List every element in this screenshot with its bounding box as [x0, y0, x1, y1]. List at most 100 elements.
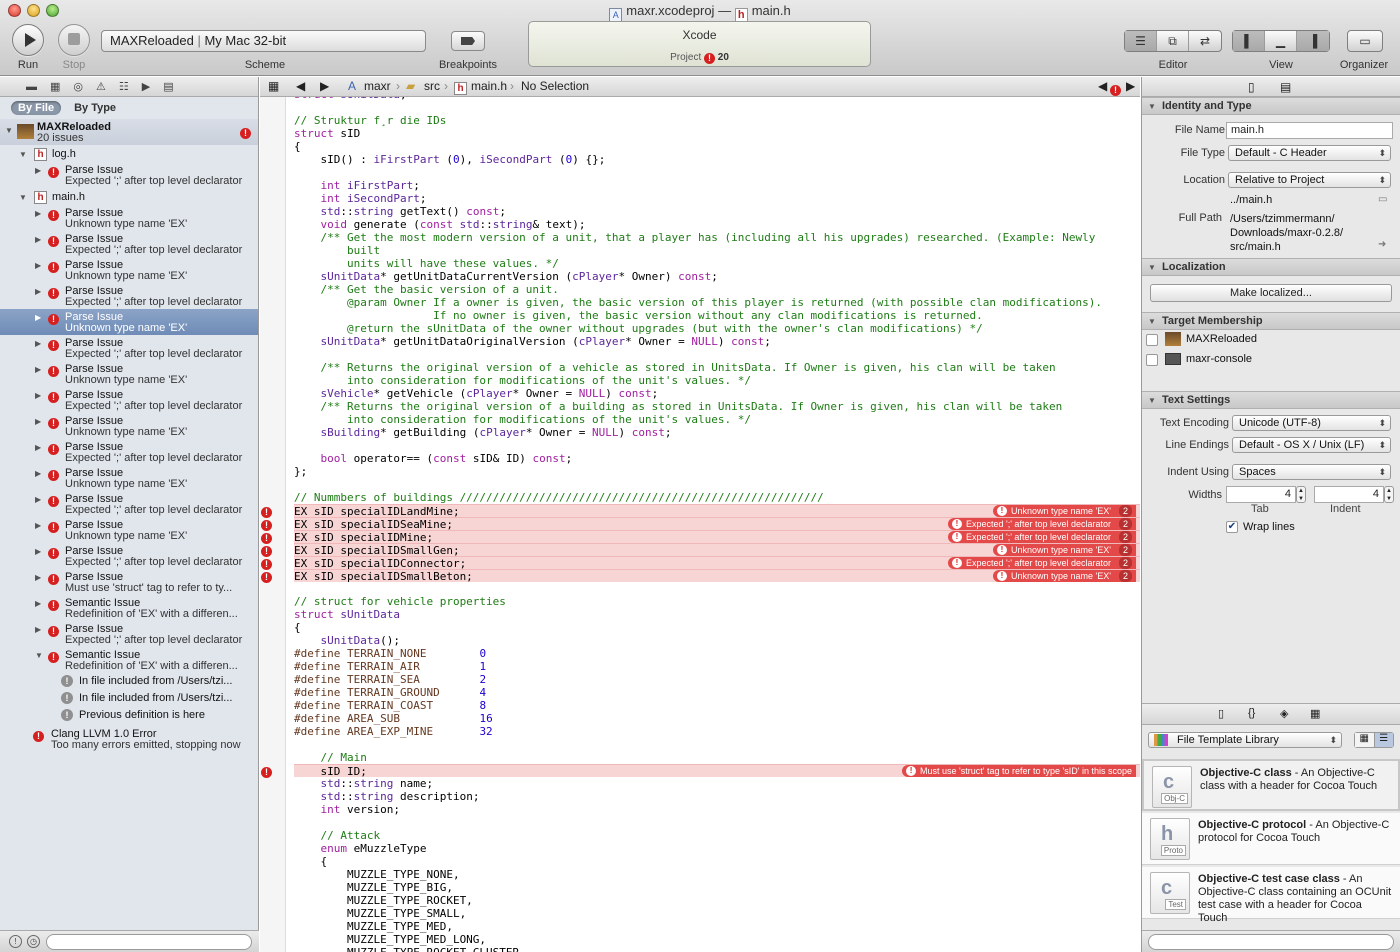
issue-row[interactable]: ▼! Semantic Issue Redefinition of 'EX' wit…	[0, 647, 258, 673]
debug-navigator-icon[interactable]: ☷	[119, 80, 129, 93]
code-line[interactable]: MUZZLE_TYPE_ROCKET,	[294, 894, 1140, 907]
code-line[interactable]: @return the sUnitData of the owner witho…	[294, 322, 1140, 335]
inline-error-message[interactable]: ! Expected ';' after top level declarator…	[947, 518, 1136, 530]
code-line[interactable]: MUZZLE_TYPE_MED,	[294, 920, 1140, 933]
template-item[interactable]: h Proto Objective-C protocol - An Objectiv…	[1142, 813, 1400, 865]
code-line[interactable]: {	[294, 140, 1140, 153]
issue-note-row[interactable]: ! In file included from /Users/tzi...	[0, 673, 258, 690]
disclosure-triangle-icon[interactable]: ▶	[35, 235, 41, 244]
search-navigator-icon[interactable]: ◎	[73, 80, 83, 93]
tab-width-field[interactable]: 4	[1226, 486, 1296, 503]
code-line[interactable]	[294, 166, 1140, 179]
code-line[interactable]: MUZZLE_TYPE_NONE,	[294, 868, 1140, 881]
code-line[interactable]: bool operator== (const sID& ID) const;	[294, 452, 1140, 465]
issue-row[interactable]: ▶! Parse Issue Unknown type name 'EX'	[0, 361, 258, 387]
disclosure-triangle-icon[interactable]: ▶	[35, 209, 41, 218]
issue-row[interactable]: ▶! Parse Issue Expected ';' after top leve…	[0, 335, 258, 361]
issue-navigator-icon[interactable]: ⚠	[96, 80, 106, 93]
back-arrow-icon[interactable]: ◀	[296, 79, 305, 93]
disclosure-triangle-icon[interactable]: ▼	[19, 150, 27, 159]
inline-error-message[interactable]: ! Unknown type name 'EX' 2	[992, 505, 1136, 517]
code-line[interactable]: sBuilding* getBuilding (cPlayer* Owner =…	[294, 426, 1140, 439]
jumpbar-folder[interactable]: src	[424, 79, 440, 93]
file-template-library-icon[interactable]: ▯	[1218, 707, 1224, 720]
issue-row[interactable]: ▶! Parse Issue Expected ';' after top leve…	[0, 387, 258, 413]
disclosure-triangle-icon[interactable]: ▶	[35, 547, 41, 556]
code-line[interactable]: std::string description;	[294, 790, 1140, 803]
code-line[interactable]: // Main	[294, 751, 1140, 764]
issue-row[interactable]: ▶! Parse Issue Must use 'struct' tag to re…	[0, 569, 258, 595]
code-line[interactable]: /** Get the basic version of a unit.	[294, 283, 1140, 296]
code-line[interactable]: // Struktur f¸r die IDs	[294, 114, 1140, 127]
gutter-error-icon[interactable]: !	[261, 557, 273, 570]
indent-width-field[interactable]: 4	[1314, 486, 1384, 503]
file-name-field[interactable]: main.h	[1226, 122, 1393, 139]
code-line[interactable]: sID() : iFirstPart (0), iSecondPart (0) …	[294, 153, 1140, 166]
gutter-error-icon[interactable]: !	[261, 570, 273, 583]
previous-issue-icon[interactable]: ◀	[1098, 79, 1107, 93]
indent-using-popup[interactable]: Spaces	[1232, 464, 1391, 480]
navigator-filter-field[interactable]	[46, 934, 252, 950]
scheme-popup[interactable]: MAXReloaded | My Mac 32-bit	[101, 30, 426, 52]
issue-row[interactable]: ▶! Semantic Issue Redefinition of 'EX' wit…	[0, 595, 258, 621]
inline-error-message[interactable]: ! Unknown type name 'EX' 2	[992, 544, 1136, 556]
issue-row[interactable]: ▶! Parse Issue Unknown type name 'EX'	[0, 465, 258, 491]
code-line[interactable]: #define TERRAIN_GROUND 4	[294, 686, 1140, 699]
inline-error-message[interactable]: ! Must use 'struct' tag to refer to type …	[902, 765, 1136, 777]
disclosure-triangle-icon[interactable]: ▶	[35, 625, 41, 634]
breakpoints-button[interactable]	[451, 31, 485, 51]
next-issue-icon[interactable]: ▶	[1126, 79, 1135, 93]
utilities-toggle-icon[interactable]: ▐	[1297, 31, 1329, 51]
gutter-error-icon[interactable]: !	[261, 518, 273, 531]
file-type-popup[interactable]: Default - C Header	[1228, 145, 1391, 161]
target-membership-section-header[interactable]: Target Membership	[1142, 312, 1400, 330]
code-line[interactable]: std::string getText() const;	[294, 205, 1140, 218]
disclosure-triangle-icon[interactable]: ▶	[35, 365, 41, 374]
code-line[interactable]: sUnitData* getUnitDataOriginalVersion (c…	[294, 335, 1140, 348]
code-line[interactable]: sUnitData();	[294, 634, 1140, 647]
forward-arrow-icon[interactable]: ▶	[320, 79, 329, 93]
code-line[interactable]: sUnitData* getUnitDataCurrentVersion (cP…	[294, 270, 1140, 283]
code-line[interactable]: int iFirstPart;	[294, 179, 1140, 192]
jumpbar-project[interactable]: maxr	[364, 79, 391, 93]
tab-width-stepper[interactable]: ▲ ▼	[1296, 486, 1306, 503]
issue-row[interactable]: ▶! Parse Issue Expected ';' after top leve…	[0, 439, 258, 465]
issue-row[interactable]: ▶! Parse Issue Expected ';' after top leve…	[0, 231, 258, 257]
target-checkbox-console[interactable]	[1146, 354, 1158, 366]
issue-row[interactable]: ▶! Parse Issue Expected ';' after top leve…	[0, 162, 258, 188]
issue-file-row[interactable]: ▼ h main.h	[0, 190, 258, 206]
localization-section-header[interactable]: Localization	[1142, 258, 1400, 276]
quick-help-icon[interactable]: ▤	[1280, 80, 1291, 94]
assistant-editor-icon[interactable]: ⧉	[1157, 31, 1189, 51]
code-line[interactable]: // struct for vehicle properties	[294, 595, 1140, 608]
indent-width-stepper[interactable]: ▲ ▼	[1384, 486, 1394, 503]
reveal-in-finder-icon[interactable]: ➜	[1378, 239, 1386, 250]
code-line[interactable]: /** Get the most modern version of a uni…	[294, 231, 1140, 244]
code-line[interactable]: built	[294, 244, 1140, 257]
disclosure-triangle-icon[interactable]: ▶	[35, 313, 41, 322]
source-editor[interactable]: !!!!!!! struct sUnitData;// Struktur f¸r…	[260, 97, 1140, 952]
disclosure-triangle-icon[interactable]: ▶	[35, 261, 41, 270]
code-line[interactable]: sVehicle* getVehicle (cPlayer* Owner = N…	[294, 387, 1140, 400]
disclosure-triangle-icon[interactable]: ▶	[35, 573, 41, 582]
code-line[interactable]: int iSecondPart;	[294, 192, 1140, 205]
list-view-icon[interactable]: ☰	[1374, 733, 1393, 747]
issue-row[interactable]: ▶! Parse Issue Expected ';' after top leve…	[0, 543, 258, 569]
issue-note-row[interactable]: ! Previous definition is here	[0, 707, 258, 724]
file-inspector-icon[interactable]: ▯	[1248, 80, 1255, 94]
code-line[interactable]: struct sID	[294, 127, 1140, 140]
disclosure-triangle-icon[interactable]: ▼	[5, 126, 13, 135]
code-line[interactable]: MUZZLE_TYPE_MED_LONG,	[294, 933, 1140, 946]
choose-folder-icon[interactable]: ▭	[1378, 194, 1387, 205]
code-line[interactable]: // Nummbers of buildings ///////////////…	[294, 491, 1140, 504]
disclosure-triangle-icon[interactable]: ▶	[35, 339, 41, 348]
code-line[interactable]: };	[294, 465, 1140, 478]
target-checkbox-maxreloaded[interactable]	[1146, 334, 1158, 346]
run-button[interactable]	[12, 24, 44, 56]
library-filter-field[interactable]	[1148, 934, 1394, 950]
disclosure-triangle-icon[interactable]: ▼	[19, 193, 27, 202]
standard-editor-icon[interactable]: ☰	[1125, 31, 1157, 51]
breakpoint-navigator-icon[interactable]: ▶	[142, 80, 150, 93]
recent-issues-icon[interactable]: ◷	[27, 935, 40, 948]
disclosure-triangle-icon[interactable]: ▶	[35, 287, 41, 296]
